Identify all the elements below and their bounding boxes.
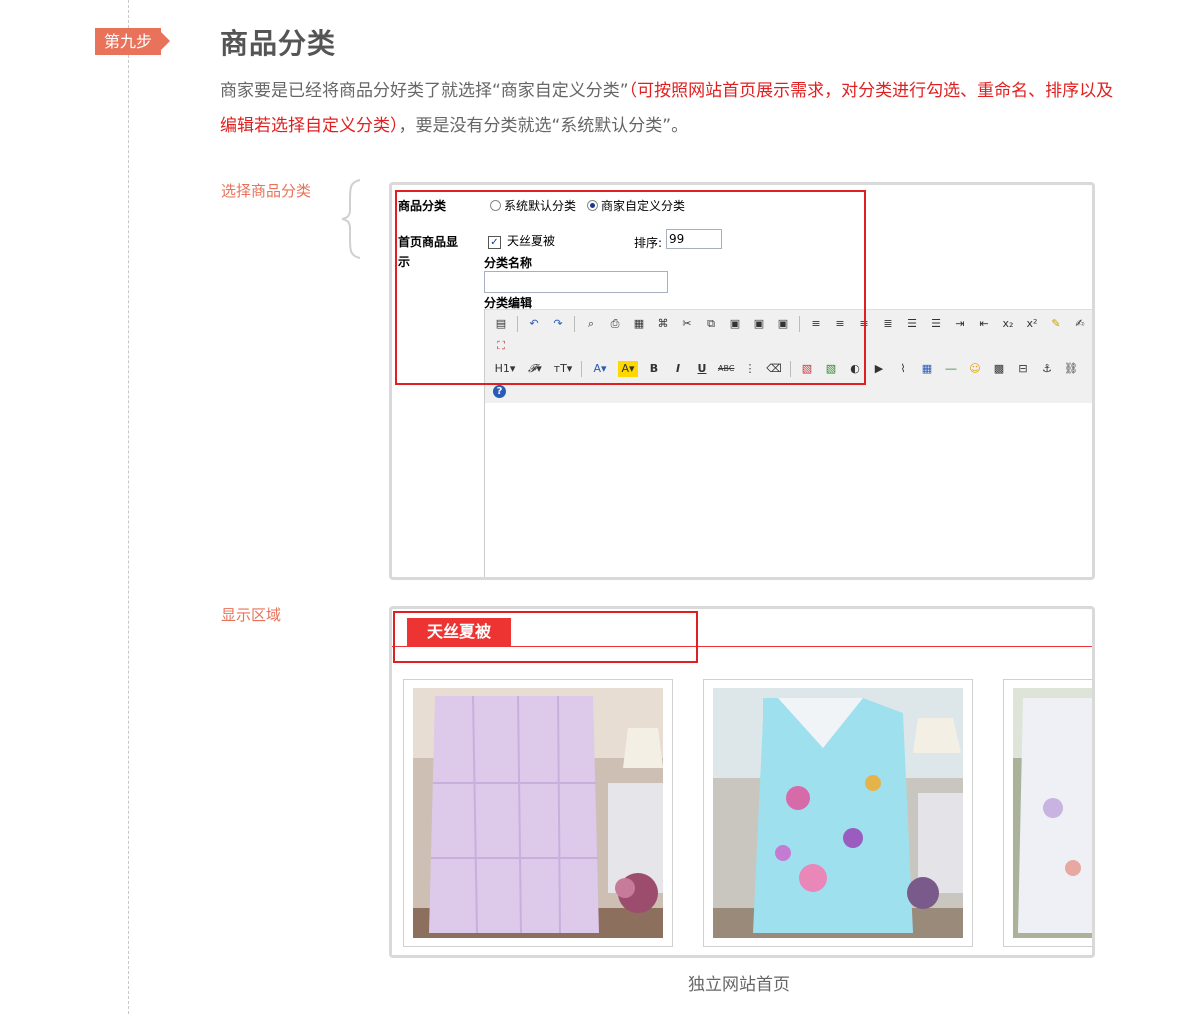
page-description: 商家要是已经将商品分好类了就选择“商家自定义分类”（可按照网站首页展示需求，对分… [220,74,1130,144]
ordered-list-icon[interactable]: ☰ [904,316,920,332]
product-card[interactable] [703,679,973,947]
media-icon[interactable]: ▶ [871,361,887,377]
select-category-label: 选择商品分类 [221,182,312,200]
horizontal-rule-icon[interactable]: ― [943,361,959,377]
indent-icon[interactable]: ⇥ [952,316,968,332]
anchor-icon[interactable]: ⚓ [1039,361,1055,377]
select-all-icon[interactable]: ✍ [1072,316,1088,332]
product-image-white-quilt [1013,688,1092,938]
timeline-dashed-line [128,0,129,1014]
unordered-list-icon[interactable]: ☰ [928,316,944,332]
product-card[interactable] [1003,679,1092,947]
desc-text-2: ，要是没有分类就选“系统默认分类”。 [398,116,689,136]
product-card[interactable] [403,679,673,947]
emoticon-icon[interactable]: ☺ [967,361,983,377]
help-icon[interactable]: ? [493,384,506,398]
product-image-purple-quilt [413,688,663,938]
outdent-icon[interactable]: ⇤ [976,316,992,332]
page-break-icon[interactable]: ⊟ [1015,361,1031,377]
step-badge: 第九步 [95,28,161,55]
superscript-icon[interactable]: x² [1024,316,1040,332]
highlight-box-tab [393,611,698,663]
map-icon[interactable]: ▩ [991,361,1007,377]
table-icon[interactable]: ▦ [919,361,935,377]
desc-text-1: 商家要是已经将商品分好类了就选择“商家自定义分类” [220,81,629,101]
display-area-label: 显示区域 [221,606,282,624]
step-badge-arrow [161,32,170,50]
clear-format-icon[interactable]: ✎ [1048,316,1064,332]
attachment-icon[interactable]: ⌇ [895,361,911,377]
desc-highlight-1: （可按照网站首页展示需求，对分类进行勾选、重命名、 [628,81,1046,101]
product-image-floral-quilt [713,688,963,938]
page-title: 商品分类 [220,27,337,60]
display-caption: 独立网站首页 [688,975,790,995]
curly-brace-icon [341,179,361,259]
link-icon[interactable]: ⛓ [1063,361,1079,377]
subscript-icon[interactable]: x₂ [1000,316,1016,332]
highlight-box-form [395,190,866,385]
editor-content-area[interactable] [485,403,1092,577]
align-justify-icon[interactable]: ≣ [880,316,896,332]
